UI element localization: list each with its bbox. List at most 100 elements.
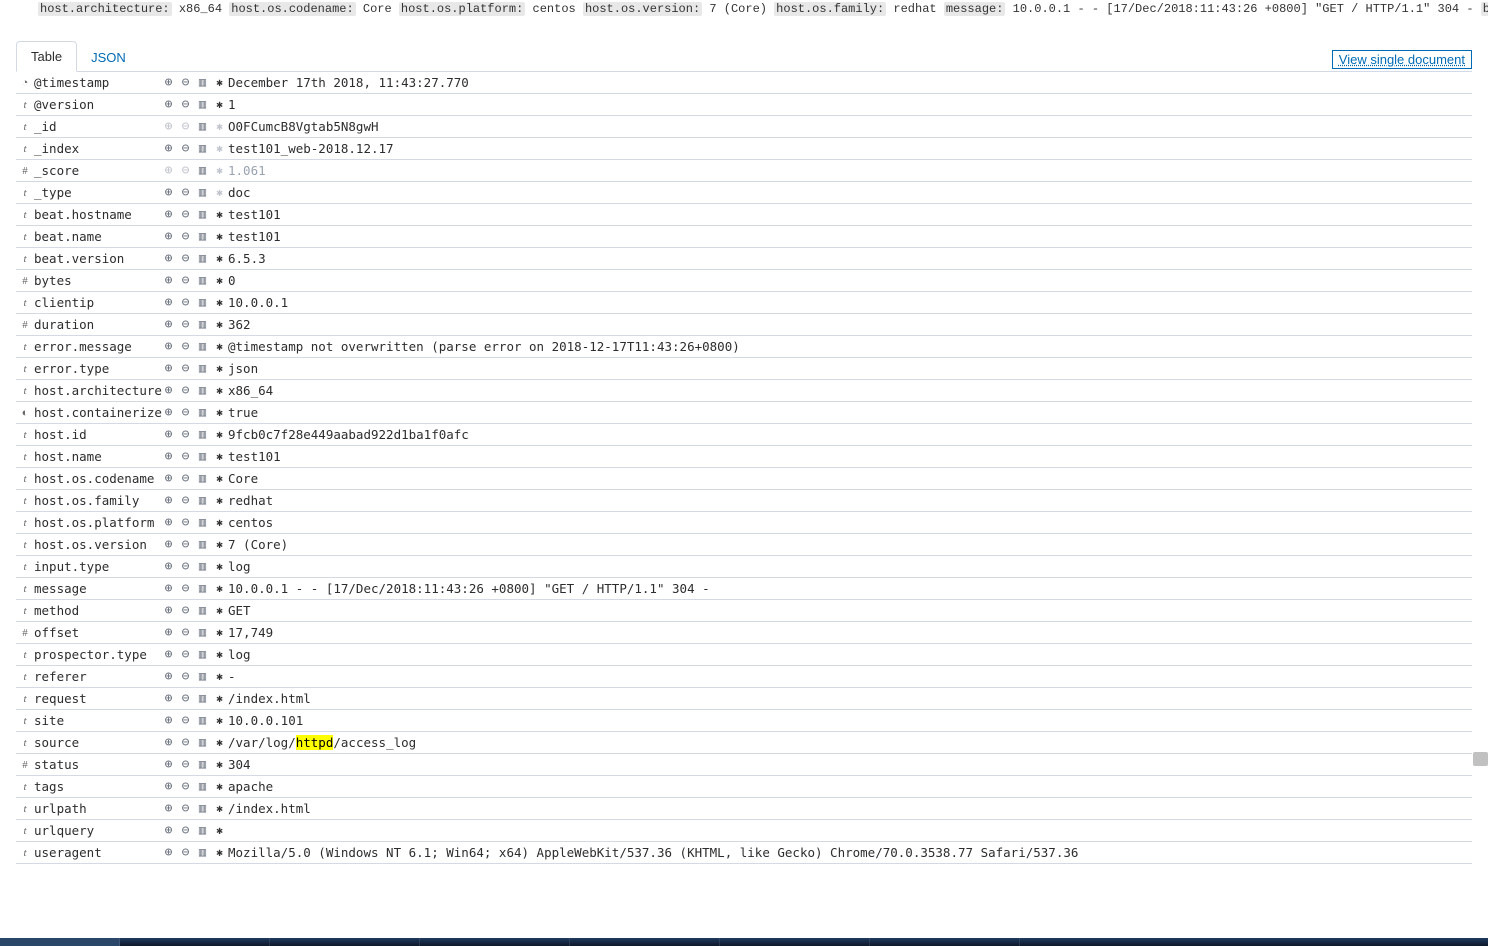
filter-for-value-icon[interactable] <box>162 208 175 221</box>
filter-out-value-icon[interactable] <box>179 582 192 595</box>
filter-for-value-icon[interactable] <box>162 582 175 595</box>
toggle-column-icon[interactable] <box>196 208 209 221</box>
toggle-column-icon[interactable] <box>196 120 209 133</box>
toggle-column-icon[interactable] <box>196 406 209 419</box>
exists-filter-icon[interactable] <box>213 846 226 859</box>
filter-for-value-icon[interactable] <box>162 362 175 375</box>
filter-for-value-icon[interactable] <box>162 252 175 265</box>
exists-filter-icon[interactable] <box>213 560 226 573</box>
filter-for-value-icon[interactable] <box>162 186 175 199</box>
toggle-column-icon[interactable] <box>196 626 209 639</box>
filter-out-value-icon[interactable] <box>179 824 192 837</box>
filter-for-value-icon[interactable] <box>162 142 175 155</box>
filter-out-value-icon[interactable] <box>179 186 192 199</box>
toggle-column-icon[interactable] <box>196 846 209 859</box>
filter-out-value-icon[interactable] <box>179 648 192 661</box>
filter-for-value-icon[interactable] <box>162 120 175 133</box>
toggle-column-icon[interactable] <box>196 98 209 111</box>
filter-out-value-icon[interactable] <box>179 736 192 749</box>
toggle-column-icon[interactable] <box>196 362 209 375</box>
filter-for-value-icon[interactable] <box>162 450 175 463</box>
toggle-column-icon[interactable] <box>196 736 209 749</box>
filter-for-value-icon[interactable] <box>162 318 175 331</box>
filter-out-value-icon[interactable] <box>179 406 192 419</box>
toggle-column-icon[interactable] <box>196 582 209 595</box>
filter-for-value-icon[interactable] <box>162 538 175 551</box>
toggle-column-icon[interactable] <box>196 384 209 397</box>
taskbar-segment[interactable] <box>0 938 120 946</box>
exists-filter-icon[interactable] <box>213 582 226 595</box>
exists-filter-icon[interactable] <box>213 714 226 727</box>
exists-filter-icon[interactable] <box>213 318 226 331</box>
filter-out-value-icon[interactable] <box>179 714 192 727</box>
toggle-column-icon[interactable] <box>196 560 209 573</box>
toggle-column-icon[interactable] <box>196 164 209 177</box>
exists-filter-icon[interactable] <box>213 406 226 419</box>
filter-out-value-icon[interactable] <box>179 472 192 485</box>
taskbar-segment[interactable] <box>420 938 570 946</box>
filter-for-value-icon[interactable] <box>162 692 175 705</box>
tab-table[interactable]: Table <box>16 41 77 72</box>
exists-filter-icon[interactable] <box>213 208 226 221</box>
exists-filter-icon[interactable] <box>213 362 226 375</box>
filter-out-value-icon[interactable] <box>179 142 192 155</box>
filter-for-value-icon[interactable] <box>162 296 175 309</box>
toggle-column-icon[interactable] <box>196 274 209 287</box>
exists-filter-icon[interactable] <box>213 538 226 551</box>
exists-filter-icon[interactable] <box>213 736 226 749</box>
exists-filter-icon[interactable] <box>213 648 226 661</box>
exists-filter-icon[interactable] <box>213 604 226 617</box>
filter-out-value-icon[interactable] <box>179 450 192 463</box>
view-single-document-link[interactable]: View single document <box>1332 50 1472 69</box>
toggle-column-icon[interactable] <box>196 318 209 331</box>
filter-for-value-icon[interactable] <box>162 472 175 485</box>
exists-filter-icon[interactable] <box>213 252 226 265</box>
filter-out-value-icon[interactable] <box>179 560 192 573</box>
filter-out-value-icon[interactable] <box>179 692 192 705</box>
filter-out-value-icon[interactable] <box>179 120 192 133</box>
toggle-column-icon[interactable] <box>196 472 209 485</box>
filter-out-value-icon[interactable] <box>179 230 192 243</box>
filter-out-value-icon[interactable] <box>179 538 192 551</box>
exists-filter-icon[interactable] <box>213 516 226 529</box>
filter-for-value-icon[interactable] <box>162 670 175 683</box>
filter-for-value-icon[interactable] <box>162 714 175 727</box>
filter-out-value-icon[interactable] <box>179 802 192 815</box>
exists-filter-icon[interactable] <box>213 296 226 309</box>
exists-filter-icon[interactable] <box>213 802 226 815</box>
toggle-column-icon[interactable] <box>196 516 209 529</box>
exists-filter-icon[interactable] <box>213 626 226 639</box>
exists-filter-icon[interactable] <box>213 98 226 111</box>
taskbar-segment[interactable] <box>270 938 420 946</box>
toggle-column-icon[interactable] <box>196 230 209 243</box>
filter-out-value-icon[interactable] <box>179 516 192 529</box>
toggle-column-icon[interactable] <box>196 648 209 661</box>
toggle-column-icon[interactable] <box>196 714 209 727</box>
filter-out-value-icon[interactable] <box>179 76 192 89</box>
toggle-column-icon[interactable] <box>196 692 209 705</box>
filter-out-value-icon[interactable] <box>179 846 192 859</box>
exists-filter-icon[interactable] <box>213 692 226 705</box>
filter-for-value-icon[interactable] <box>162 384 175 397</box>
filter-out-value-icon[interactable] <box>179 296 192 309</box>
filter-for-value-icon[interactable] <box>162 648 175 661</box>
exists-filter-icon[interactable] <box>213 164 226 177</box>
filter-for-value-icon[interactable] <box>162 494 175 507</box>
filter-for-value-icon[interactable] <box>162 604 175 617</box>
filter-for-value-icon[interactable] <box>162 846 175 859</box>
toggle-column-icon[interactable] <box>196 296 209 309</box>
filter-for-value-icon[interactable] <box>162 802 175 815</box>
exists-filter-icon[interactable] <box>213 824 226 837</box>
toggle-column-icon[interactable] <box>196 142 209 155</box>
toggle-column-icon[interactable] <box>196 670 209 683</box>
toggle-column-icon[interactable] <box>196 186 209 199</box>
filter-for-value-icon[interactable] <box>162 340 175 353</box>
toggle-column-icon[interactable] <box>196 252 209 265</box>
exists-filter-icon[interactable] <box>213 450 226 463</box>
toggle-column-icon[interactable] <box>196 758 209 771</box>
filter-for-value-icon[interactable] <box>162 98 175 111</box>
toggle-column-icon[interactable] <box>196 824 209 837</box>
filter-for-value-icon[interactable] <box>162 76 175 89</box>
filter-out-value-icon[interactable] <box>179 362 192 375</box>
toggle-column-icon[interactable] <box>196 340 209 353</box>
